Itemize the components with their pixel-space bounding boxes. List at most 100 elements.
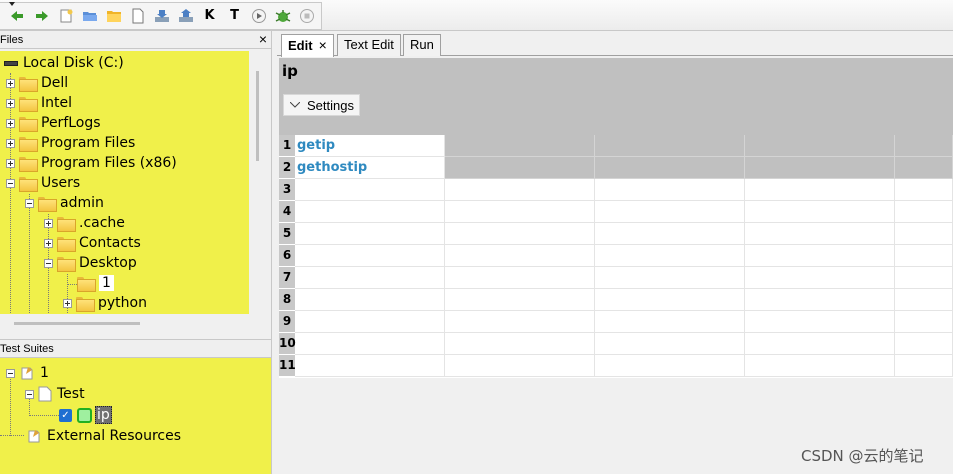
expand-icon[interactable] [6, 78, 15, 88]
tree-node-dell[interactable]: Dell [6, 73, 68, 93]
grid-cell[interactable] [745, 157, 895, 179]
settings-toggle-button[interactable]: Settings [283, 94, 360, 116]
collapse-icon[interactable] [25, 389, 34, 399]
tree-node-1[interactable]: 1 [77, 273, 114, 293]
stop-icon[interactable] [298, 7, 315, 24]
grid-cell[interactable] [895, 201, 953, 223]
tab-edit[interactable]: Edit × [281, 34, 334, 57]
expand-icon[interactable] [63, 298, 72, 308]
grid-cell[interactable] [295, 201, 445, 223]
grid-cell[interactable] [895, 333, 953, 355]
grid-cell[interactable] [445, 311, 595, 333]
row-number[interactable]: 11 [279, 355, 296, 377]
grid-cell[interactable] [445, 289, 595, 311]
grid-cell[interactable] [445, 223, 595, 245]
expand-icon[interactable] [44, 238, 53, 248]
suite-node-test[interactable]: Test [25, 384, 85, 404]
expand-icon[interactable] [6, 158, 15, 168]
grid-cell[interactable] [295, 245, 445, 267]
grid-cell[interactable] [745, 311, 895, 333]
new-file-icon[interactable] [129, 7, 146, 24]
grid-cell[interactable] [745, 135, 895, 157]
grid-cell[interactable] [895, 135, 953, 157]
grid-cell[interactable] [595, 135, 745, 157]
checkbox-checked-icon[interactable]: ✓ [59, 408, 72, 422]
expand-icon[interactable] [6, 138, 15, 148]
grid-cell[interactable] [895, 267, 953, 289]
collapse-icon[interactable] [6, 178, 15, 188]
grid-cell[interactable] [445, 245, 595, 267]
grid-cell[interactable] [895, 289, 953, 311]
grid-cell[interactable] [895, 311, 953, 333]
expand-icon[interactable] [6, 118, 15, 128]
keyword-cell[interactable]: getip [295, 135, 445, 157]
collapse-icon[interactable] [25, 198, 34, 208]
keyword-search-icon[interactable]: K [201, 7, 218, 24]
grid-cell[interactable] [295, 267, 445, 289]
suite-node-external-resources[interactable]: External Resources [26, 426, 181, 446]
grid-cell[interactable] [445, 157, 595, 179]
grid-cell[interactable] [595, 223, 745, 245]
row-number[interactable]: 1 [279, 135, 295, 157]
grid-cell[interactable] [445, 267, 595, 289]
grid-cell[interactable] [445, 201, 595, 223]
grid-cell[interactable] [595, 333, 745, 355]
forward-arrow-icon[interactable] [33, 7, 50, 24]
tree-node-perflogs[interactable]: PerfLogs [6, 113, 101, 133]
grid-cell[interactable] [745, 289, 895, 311]
tree-node-desktop[interactable]: Desktop [44, 253, 137, 273]
grid-cell[interactable] [295, 289, 445, 311]
grid-cell[interactable] [595, 267, 745, 289]
open-folder-icon[interactable] [81, 7, 98, 24]
run-icon[interactable] [250, 7, 267, 24]
new-project-icon[interactable] [57, 7, 74, 24]
grid-cell[interactable] [295, 179, 445, 201]
grid-cell[interactable] [295, 355, 445, 377]
suite-node-1[interactable]: 1 [6, 363, 49, 383]
grid-cell[interactable] [895, 223, 953, 245]
grid-cell[interactable] [295, 333, 445, 355]
open-directory-icon[interactable] [105, 7, 122, 24]
tree-node-admin[interactable]: admin [25, 193, 104, 213]
row-number[interactable]: 4 [279, 201, 295, 223]
back-arrow-icon[interactable] [8, 7, 25, 24]
scrollbar-thumb[interactable] [14, 322, 140, 325]
files-vertical-scrollbar[interactable] [249, 51, 271, 318]
row-number[interactable]: 6 [279, 245, 295, 267]
collapse-icon[interactable] [6, 368, 15, 378]
row-number[interactable]: 8 [279, 289, 295, 311]
grid-cell[interactable] [595, 311, 745, 333]
grid-cell[interactable] [745, 245, 895, 267]
export-icon[interactable] [177, 7, 194, 24]
import-icon[interactable] [153, 7, 170, 24]
grid-cell[interactable] [895, 245, 953, 267]
collapse-icon[interactable] [44, 258, 53, 268]
tree-node-users[interactable]: Users [6, 173, 80, 193]
row-number[interactable]: 3 [279, 179, 295, 201]
tree-node-program-files[interactable]: Program Files [6, 133, 135, 153]
grid-cell[interactable] [895, 179, 953, 201]
files-horizontal-scrollbar[interactable] [0, 314, 249, 332]
pane-splitter[interactable] [0, 332, 271, 340]
grid-cell[interactable] [445, 135, 595, 157]
row-number[interactable]: 10 [279, 333, 296, 355]
grid-cell[interactable] [745, 201, 895, 223]
grid-cell[interactable] [745, 179, 895, 201]
row-number[interactable]: 5 [279, 223, 295, 245]
grid-cell[interactable] [295, 311, 445, 333]
tree-node-cache[interactable]: .cache [44, 213, 125, 233]
tree-node-local-disk[interactable]: Local Disk (C:) [4, 53, 124, 73]
expand-icon[interactable] [6, 98, 15, 108]
grid-cell[interactable] [895, 355, 953, 377]
grid-cell[interactable] [595, 201, 745, 223]
grid-cell[interactable] [295, 223, 445, 245]
close-icon[interactable]: × [319, 37, 327, 53]
grid-cell[interactable] [445, 333, 595, 355]
row-number[interactable]: 2 [279, 157, 295, 179]
debug-icon[interactable] [274, 7, 291, 24]
grid-cell[interactable] [745, 223, 895, 245]
grid-cell[interactable] [595, 355, 745, 377]
grid-cell[interactable] [445, 355, 595, 377]
tree-node-python[interactable]: python [63, 293, 147, 313]
tree-node-contacts[interactable]: Contacts [44, 233, 141, 253]
